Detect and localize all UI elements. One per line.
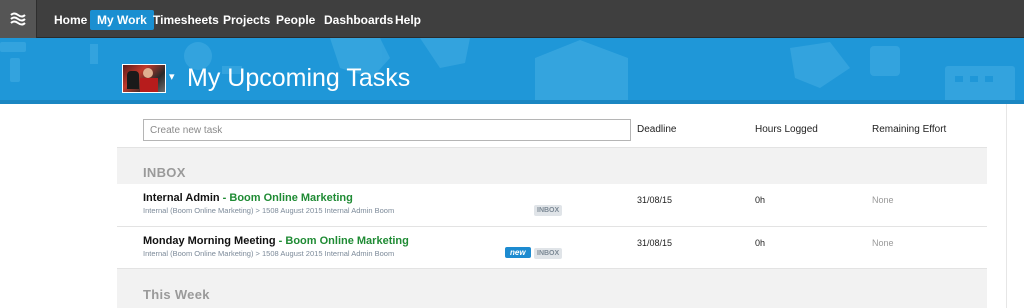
column-header-hours-logged[interactable]: Hours Logged (755, 124, 818, 136)
nav-my-work[interactable]: My Work (90, 10, 154, 30)
task-breadcrumb[interactable]: Internal (Boom Online Marketing) > 1508 … (143, 206, 394, 216)
section-header-this-week (117, 269, 987, 308)
user-avatar[interactable] (122, 64, 166, 93)
task-deadline[interactable]: 31/08/15 (637, 195, 672, 206)
task-remaining-effort[interactable]: None (872, 238, 894, 249)
nav-timesheets[interactable]: Timesheets (146, 10, 226, 30)
nav-home[interactable]: Home (47, 10, 94, 30)
inbox-badge: INBOX (534, 248, 563, 259)
task-breadcrumb[interactable]: Internal (Boom Online Marketing) > 1508 … (143, 249, 394, 259)
task-project-link[interactable]: Boom Online Marketing (285, 235, 408, 247)
task-project-link[interactable]: Boom Online Marketing (229, 192, 352, 204)
column-header-remaining-effort[interactable]: Remaining Effort (872, 124, 946, 136)
column-header-deadline[interactable]: Deadline (637, 124, 676, 136)
task-title[interactable]: Internal Admin - Boom Online Marketing (143, 192, 353, 205)
page-title: My Upcoming Tasks (187, 64, 411, 92)
task-remaining-effort[interactable]: None (872, 195, 894, 206)
section-title-inbox: INBOX (143, 165, 186, 180)
title-separator: - (219, 192, 230, 204)
task-title[interactable]: Monday Morning Meeting - Boom Online Mar… (143, 235, 409, 248)
nav-people[interactable]: People (269, 10, 322, 30)
task-name: Internal Admin (143, 192, 220, 204)
panel-right-border (1006, 104, 1007, 308)
chevron-down-icon[interactable]: ▾ (169, 70, 175, 84)
task-hours-logged[interactable]: 0h (755, 195, 765, 206)
waves-menu-icon (10, 12, 26, 26)
task-deadline[interactable]: 31/08/15 (637, 238, 672, 249)
task-hours-logged[interactable]: 0h (755, 238, 765, 249)
top-navigation-bar: Home My Work Timesheets Projects People … (0, 0, 1024, 38)
inbox-badge: INBOX (534, 205, 563, 216)
section-header-inbox (117, 148, 987, 184)
create-task-input[interactable] (143, 119, 631, 141)
title-separator: - (275, 235, 286, 247)
app-menu-button[interactable] (0, 0, 37, 38)
new-badge: new (505, 247, 531, 258)
task-name: Monday Morning Meeting (143, 235, 276, 247)
nav-help[interactable]: Help (388, 10, 428, 30)
section-title-this-week: This Week (143, 287, 210, 302)
